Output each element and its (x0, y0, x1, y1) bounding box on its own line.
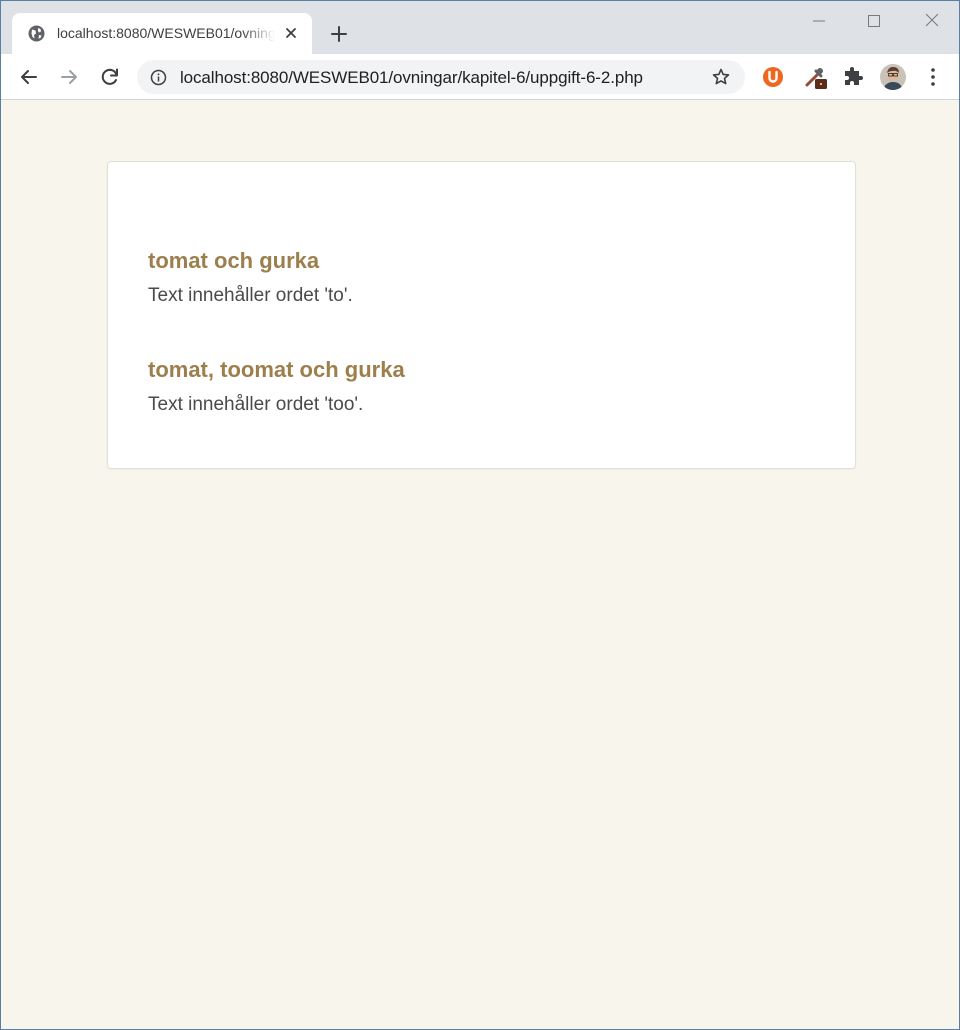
minimize-icon[interactable] (806, 9, 832, 33)
active-tab[interactable]: localhost:8080/WESWEB01/ovningar/kapitel… (12, 13, 312, 54)
tab-title: localhost:8080/WESWEB01/ovningar/kapitel… (57, 25, 275, 41)
content-card: tomat och gurka Text innehåller ordet 't… (107, 161, 856, 469)
browser-toolbar: localhost:8080/WESWEB01/ovningar/kapitel… (1, 54, 959, 100)
forward-arrow-icon[interactable] (56, 64, 82, 90)
url-text[interactable]: localhost:8080/WESWEB01/ovningar/kapitel… (180, 68, 643, 88)
new-tab-button[interactable] (326, 21, 352, 47)
entry-heading: tomat och gurka (148, 248, 320, 273)
site-info-icon[interactable] (150, 69, 167, 86)
avatar-image (880, 64, 906, 90)
globe-icon (28, 25, 45, 42)
window-close-icon[interactable] (919, 9, 945, 33)
result-entry: tomat och gurka Text innehåller ordet 't… (148, 248, 353, 307)
ublock-origin-icon[interactable] (761, 65, 785, 89)
address-bar[interactable]: localhost:8080/WESWEB01/ovningar/kapitel… (137, 60, 745, 94)
tab-strip: localhost:8080/WESWEB01/ovningar/kapitel… (1, 1, 959, 54)
entry-text: Text innehåller ordet 'to'. (148, 285, 353, 306)
kebab-menu-icon[interactable] (921, 65, 945, 89)
back-arrow-icon[interactable] (16, 64, 42, 90)
entry-text: Text innehåller ordet 'too'. (148, 394, 364, 415)
entry-heading: tomat, toomat och gurka (148, 357, 405, 382)
eyedropper-icon[interactable] (803, 65, 827, 89)
bookmark-star-icon[interactable] (711, 67, 731, 87)
page-viewport: tomat och gurka Text innehåller ordet 't… (1, 101, 959, 1029)
maximize-icon[interactable] (861, 9, 887, 33)
browser-window: localhost:8080/WESWEB01/ovningar/kapitel… (0, 0, 960, 1030)
reload-icon[interactable] (97, 64, 123, 90)
extensions-puzzle-icon[interactable] (841, 65, 865, 89)
close-tab-icon[interactable] (283, 25, 299, 41)
result-entry: tomat, toomat och gurka Text innehåller … (148, 357, 405, 416)
profile-avatar[interactable] (880, 64, 906, 90)
